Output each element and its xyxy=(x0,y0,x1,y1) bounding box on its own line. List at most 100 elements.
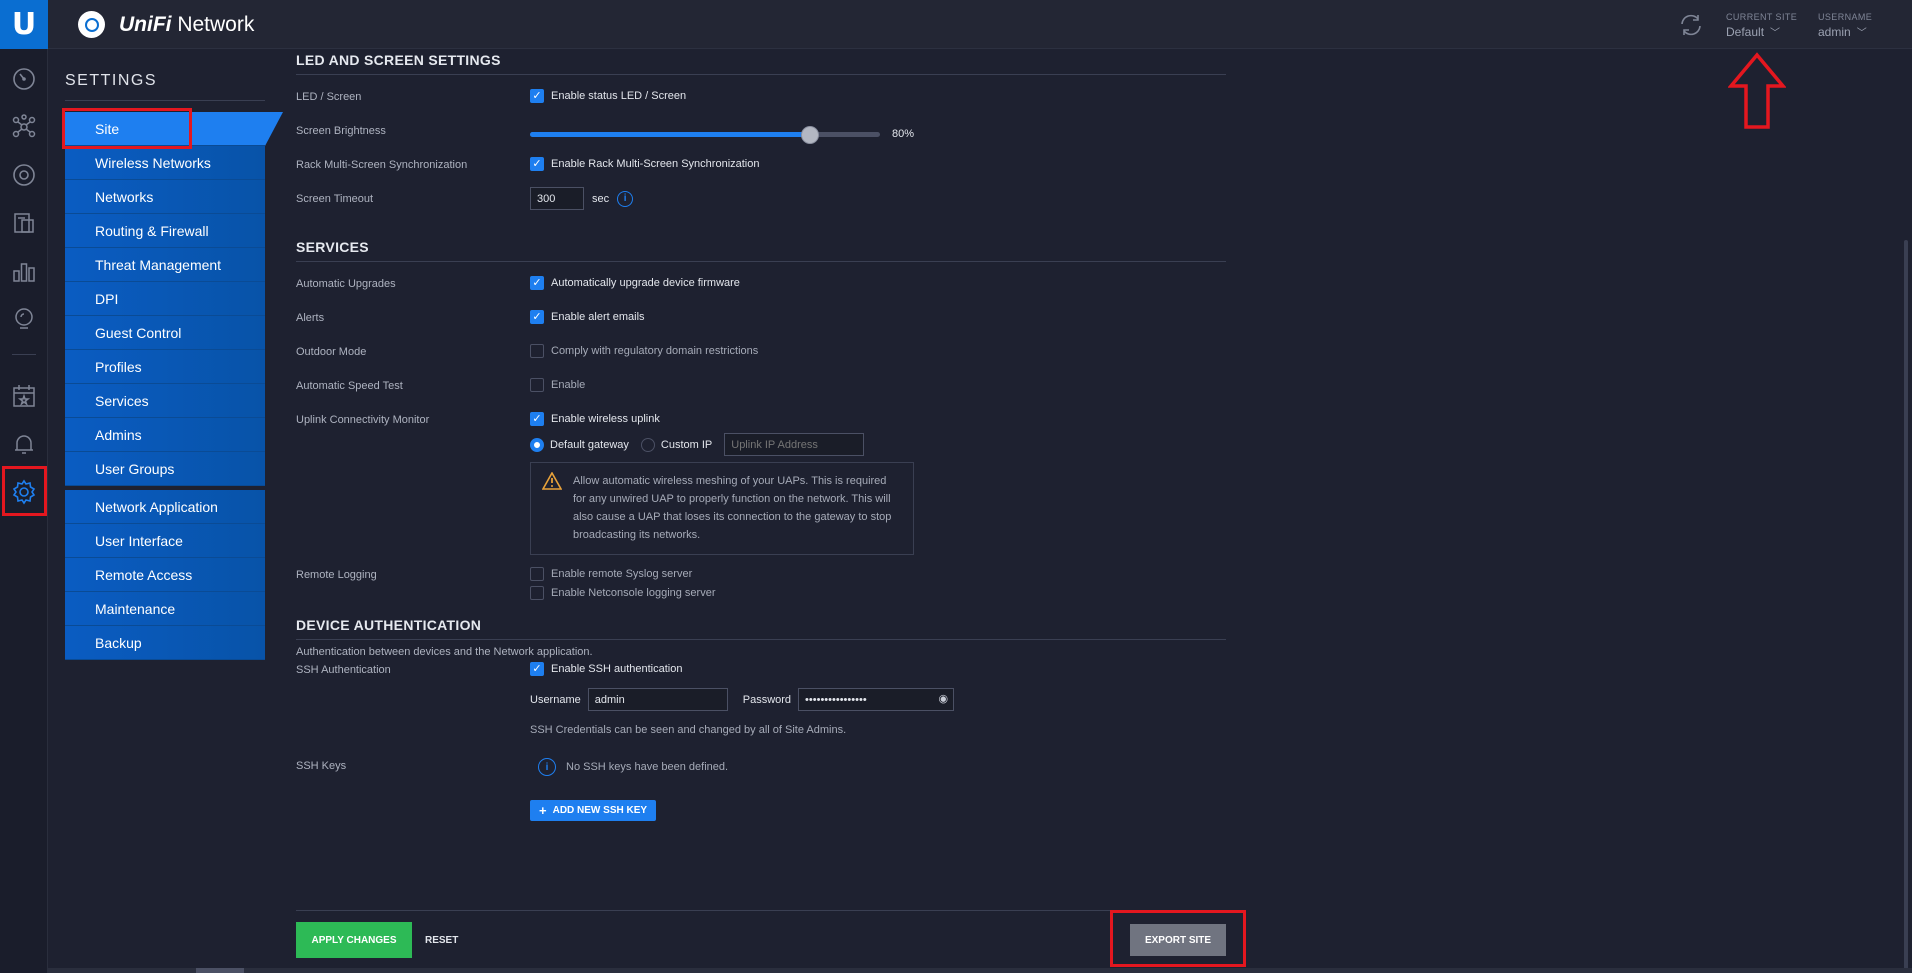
syslog-checkbox[interactable]: Enable remote Syslog server xyxy=(530,567,1226,581)
warning-icon xyxy=(542,472,562,490)
ssh-keys-row: SSH Keys i No SSH keys have been defined… xyxy=(296,750,1226,821)
apply-changes-button[interactable]: APPLY CHANGES xyxy=(296,922,412,958)
outdoor-mode-checkbox[interactable]: Comply with regulatory domain restrictio… xyxy=(530,344,758,358)
site-highlight-box xyxy=(62,108,192,149)
export-highlight-box xyxy=(1110,910,1246,967)
led-section-title: LED AND SCREEN SETTINGS xyxy=(296,52,1226,75)
red-up-arrow-annotation xyxy=(1728,52,1786,129)
netconsole-checkbox[interactable]: Enable Netconsole logging server xyxy=(530,586,1226,600)
nav-item-threat-management[interactable]: Threat Management xyxy=(65,248,265,282)
radio-default-gateway[interactable] xyxy=(530,437,544,452)
radio-custom-ip[interactable] xyxy=(640,437,655,452)
checkbox-checked-icon xyxy=(530,412,544,426)
uplink-monitor-label: Uplink Connectivity Monitor xyxy=(296,414,430,426)
user-menu[interactable]: USERNAME admin ﹀ xyxy=(1818,12,1872,39)
devices-icon[interactable] xyxy=(10,161,38,189)
uplink-ip-input[interactable] xyxy=(724,433,865,456)
nav-item-routing-firewall[interactable]: Routing & Firewall xyxy=(65,214,265,248)
checkbox-unchecked-icon xyxy=(530,586,544,600)
nav-item-remote-access[interactable]: Remote Access xyxy=(65,558,265,592)
nav-item-network-application[interactable]: Network Application xyxy=(65,490,265,524)
checkbox-checked-icon xyxy=(530,662,544,676)
nav-item-wireless-networks[interactable]: Wireless Networks xyxy=(65,146,265,180)
ssh-username-label: Username xyxy=(530,693,581,706)
auto-upgrades-checkbox-label: Automatically upgrade device firmware xyxy=(551,277,740,289)
screen-timeout-input[interactable] xyxy=(530,187,584,210)
checkbox-unchecked-icon xyxy=(530,567,544,581)
speed-test-row: Automatic Speed Test Enable xyxy=(296,370,1226,404)
dashboard-icon[interactable] xyxy=(10,65,38,93)
alerts-icon[interactable] xyxy=(10,430,38,458)
alerts-label: Alerts xyxy=(296,312,325,324)
ssh-auth-checkbox[interactable]: Enable SSH authentication xyxy=(530,662,682,676)
nav-item-guest-control[interactable]: Guest Control xyxy=(65,316,265,350)
auto-upgrades-row: Automatic Upgrades Automatically upgrade… xyxy=(296,268,1226,302)
info-icon: i xyxy=(538,758,556,776)
ssh-credentials-note: SSH Credentials can be seen and changed … xyxy=(530,724,847,736)
uplink-checkbox-label: Enable wireless uplink xyxy=(551,413,660,425)
nav-item-dpi[interactable]: DPI xyxy=(65,282,265,316)
statistics-icon[interactable] xyxy=(10,257,38,285)
brightness-slider-handle[interactable] xyxy=(801,125,819,144)
speed-test-checkbox[interactable]: Enable xyxy=(530,378,585,392)
uplink-monitor-row: Uplink Connectivity Monitor Enable wirel… xyxy=(296,404,1226,555)
alerts-checkbox[interactable]: Enable alert emails xyxy=(530,310,645,324)
ssh-auth-label: SSH Authentication xyxy=(296,664,391,676)
nav-item-profiles[interactable]: Profiles xyxy=(65,350,265,384)
settings-divider xyxy=(65,100,265,101)
nav-item-maintenance[interactable]: Maintenance xyxy=(65,592,265,626)
reset-button[interactable]: RESET xyxy=(425,922,458,958)
led-checkbox[interactable]: Enable status LED / Screen xyxy=(530,89,686,103)
username-value: admin xyxy=(1818,24,1851,39)
info-icon[interactable]: i xyxy=(617,190,634,207)
nav-item-backup[interactable]: Backup xyxy=(65,626,265,660)
app-root: U UniFi Network CURRENT SITE Default ﹀ U… xyxy=(0,0,1912,973)
brightness-label: Screen Brightness xyxy=(296,125,386,137)
username-label: USERNAME xyxy=(1818,12,1873,22)
nav-item-networks[interactable]: Networks xyxy=(65,180,265,214)
outdoor-mode-label: Outdoor Mode xyxy=(296,346,367,358)
nav-item-services[interactable]: Services xyxy=(65,384,265,418)
brightness-slider[interactable] xyxy=(530,125,880,144)
uplink-checkbox[interactable]: Enable wireless uplink xyxy=(530,412,660,426)
ssh-keys-label: SSH Keys xyxy=(296,760,347,772)
settings-content: LED AND SCREEN SETTINGS LED / Screen Ena… xyxy=(296,52,1226,821)
rack-sync-checkbox[interactable]: Enable Rack Multi-Screen Synchronization xyxy=(530,157,760,171)
brand[interactable]: UniFi Network xyxy=(78,11,254,38)
screen-timeout-unit: sec xyxy=(592,192,610,205)
vertical-scrollbar[interactable] xyxy=(1904,240,1908,973)
no-ssh-keys-text: No SSH keys have been defined. xyxy=(566,761,729,773)
refresh-icon[interactable] xyxy=(1678,12,1704,38)
checkbox-checked-icon xyxy=(530,276,544,290)
chevron-down-icon: ﹀ xyxy=(1770,28,1781,39)
horizontal-scrollbar[interactable] xyxy=(48,968,1912,973)
ssh-auth-row: SSH Authentication Enable SSH authentica… xyxy=(296,658,1226,684)
top-bar: UniFi Network CURRENT SITE Default ﹀ USER… xyxy=(48,0,1912,49)
alerts-row: Alerts Enable alert emails xyxy=(296,302,1226,336)
add-ssh-key-button[interactable]: + ADD NEW SSH KEY xyxy=(530,800,657,821)
brightness-row: Screen Brightness 80% xyxy=(296,115,1226,149)
ssh-username-input[interactable] xyxy=(587,688,728,711)
ssh-auth-checkbox-label: Enable SSH authentication xyxy=(551,663,683,675)
nav-item-user-groups[interactable]: User Groups xyxy=(65,452,265,486)
current-site-selector[interactable]: CURRENT SITE Default ﹀ xyxy=(1726,12,1797,39)
topology-icon[interactable] xyxy=(10,113,38,141)
unifi-logo-icon xyxy=(78,11,105,38)
insights-icon[interactable] xyxy=(10,305,38,333)
settings-title: SETTINGS xyxy=(65,72,158,89)
events-icon[interactable] xyxy=(10,382,38,410)
chevron-down-icon: ﹀ xyxy=(1856,28,1867,39)
ssh-password-input[interactable] xyxy=(798,688,955,711)
outdoor-mode-checkbox-label: Comply with regulatory domain restrictio… xyxy=(551,345,759,357)
ssh-credentials-row: Username Password ◉ SSH Credentials can … xyxy=(296,684,1226,736)
clients-icon[interactable] xyxy=(10,209,38,237)
nav-item-user-interface[interactable]: User Interface xyxy=(65,524,265,558)
checkbox-checked-icon xyxy=(530,310,544,324)
rack-sync-row: Rack Multi-Screen Synchronization Enable… xyxy=(296,149,1226,183)
horizontal-scrollbar-thumb[interactable] xyxy=(196,968,244,973)
auto-upgrades-checkbox[interactable]: Automatically upgrade device firmware xyxy=(530,276,740,290)
nav-item-admins[interactable]: Admins xyxy=(65,418,265,452)
alerts-checkbox-label: Enable alert emails xyxy=(551,311,645,323)
eye-icon[interactable]: ◉ xyxy=(938,692,948,705)
ubiquiti-logo[interactable]: U xyxy=(0,0,48,49)
